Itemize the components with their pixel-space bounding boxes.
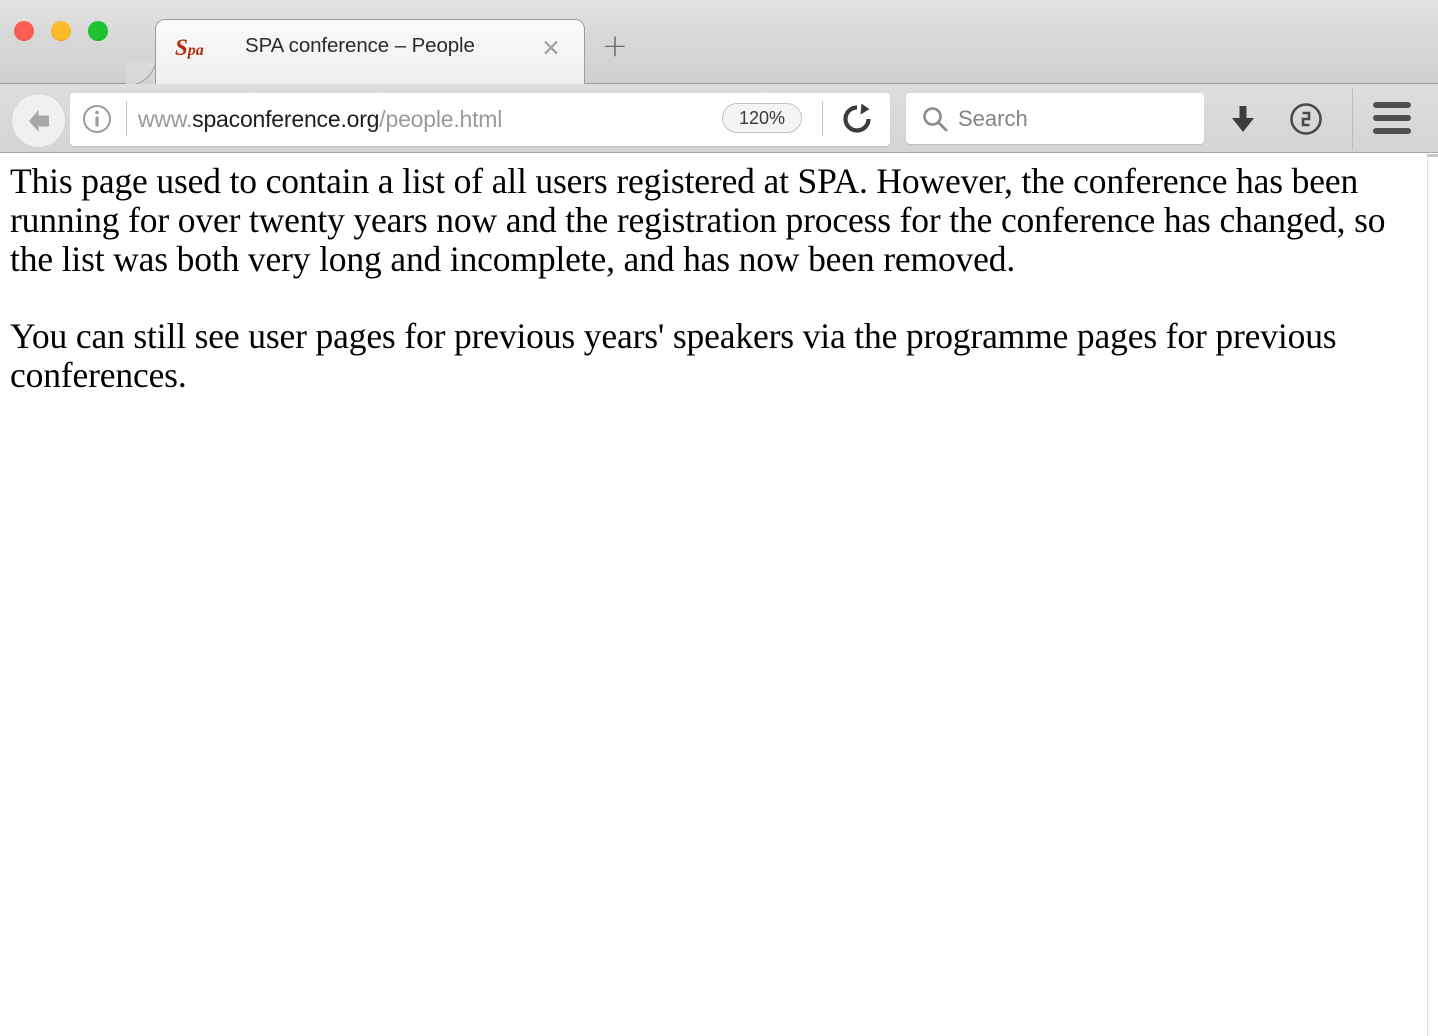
address-bar-url[interactable]: www.spaconference.org/people.html [138, 100, 718, 138]
page-text-body: This page used to contain a list of all … [0, 154, 1427, 395]
window-controls [14, 21, 108, 41]
new-tab-icon[interactable]: + [600, 31, 630, 62]
info-circle-icon [83, 105, 111, 133]
url-host: spaconference.org [192, 106, 380, 132]
menu-button[interactable] [1373, 102, 1411, 134]
back-arrow-icon [28, 109, 49, 132]
paragraph-1: This page used to contain a list of all … [10, 161, 1386, 279]
back-button[interactable] [11, 93, 66, 148]
tab-bar: Spa SPA conference – People ✕ + [0, 0, 1438, 85]
menu-line-1 [1373, 102, 1411, 108]
magnifier-icon [923, 107, 948, 132]
reload-icon [843, 103, 871, 133]
close-tab-icon[interactable]: ✕ [538, 36, 564, 62]
paragraph-2: You can still see user pages for previou… [10, 316, 1337, 395]
download-arrow-icon [1232, 106, 1254, 132]
tab-title: SPA conference – People [245, 34, 475, 57]
maximize-window-button[interactable] [88, 21, 108, 41]
page-content: This page used to contain a list of all … [0, 154, 1427, 1036]
site-info-icon[interactable] [82, 104, 112, 134]
search-input[interactable]: Search [958, 103, 1028, 135]
url-path: /people.html [379, 106, 503, 132]
toolbar-divider [1352, 88, 1353, 150]
menu-line-3 [1373, 128, 1411, 134]
search-icon [920, 104, 950, 134]
zoom-level-badge[interactable]: 120% [722, 103, 803, 133]
minimize-window-button[interactable] [51, 21, 71, 41]
downloads-button[interactable] [1224, 100, 1262, 138]
content-right-edge [1427, 154, 1438, 1036]
favicon-letters-pa: pa [187, 42, 204, 59]
favicon-letter-s: S [175, 35, 188, 60]
url-scheme-prefix: www. [138, 106, 193, 132]
search-bar[interactable] [906, 93, 1204, 144]
content-right-edge-cap [1427, 154, 1438, 157]
address-bar-divider [126, 101, 127, 136]
menu-line-2 [1373, 115, 1411, 121]
close-window-button[interactable] [14, 21, 34, 41]
password-manager-button[interactable] [1286, 99, 1326, 139]
reload-divider [822, 101, 823, 136]
tab-favicon-spa-icon: Spa [175, 33, 217, 63]
browser-window: Spa SPA conference – People ✕ + www.spac… [0, 0, 1438, 1036]
tab-left-curve [126, 63, 156, 85]
onepassword-icon [1290, 103, 1322, 135]
reload-button[interactable] [838, 100, 876, 138]
